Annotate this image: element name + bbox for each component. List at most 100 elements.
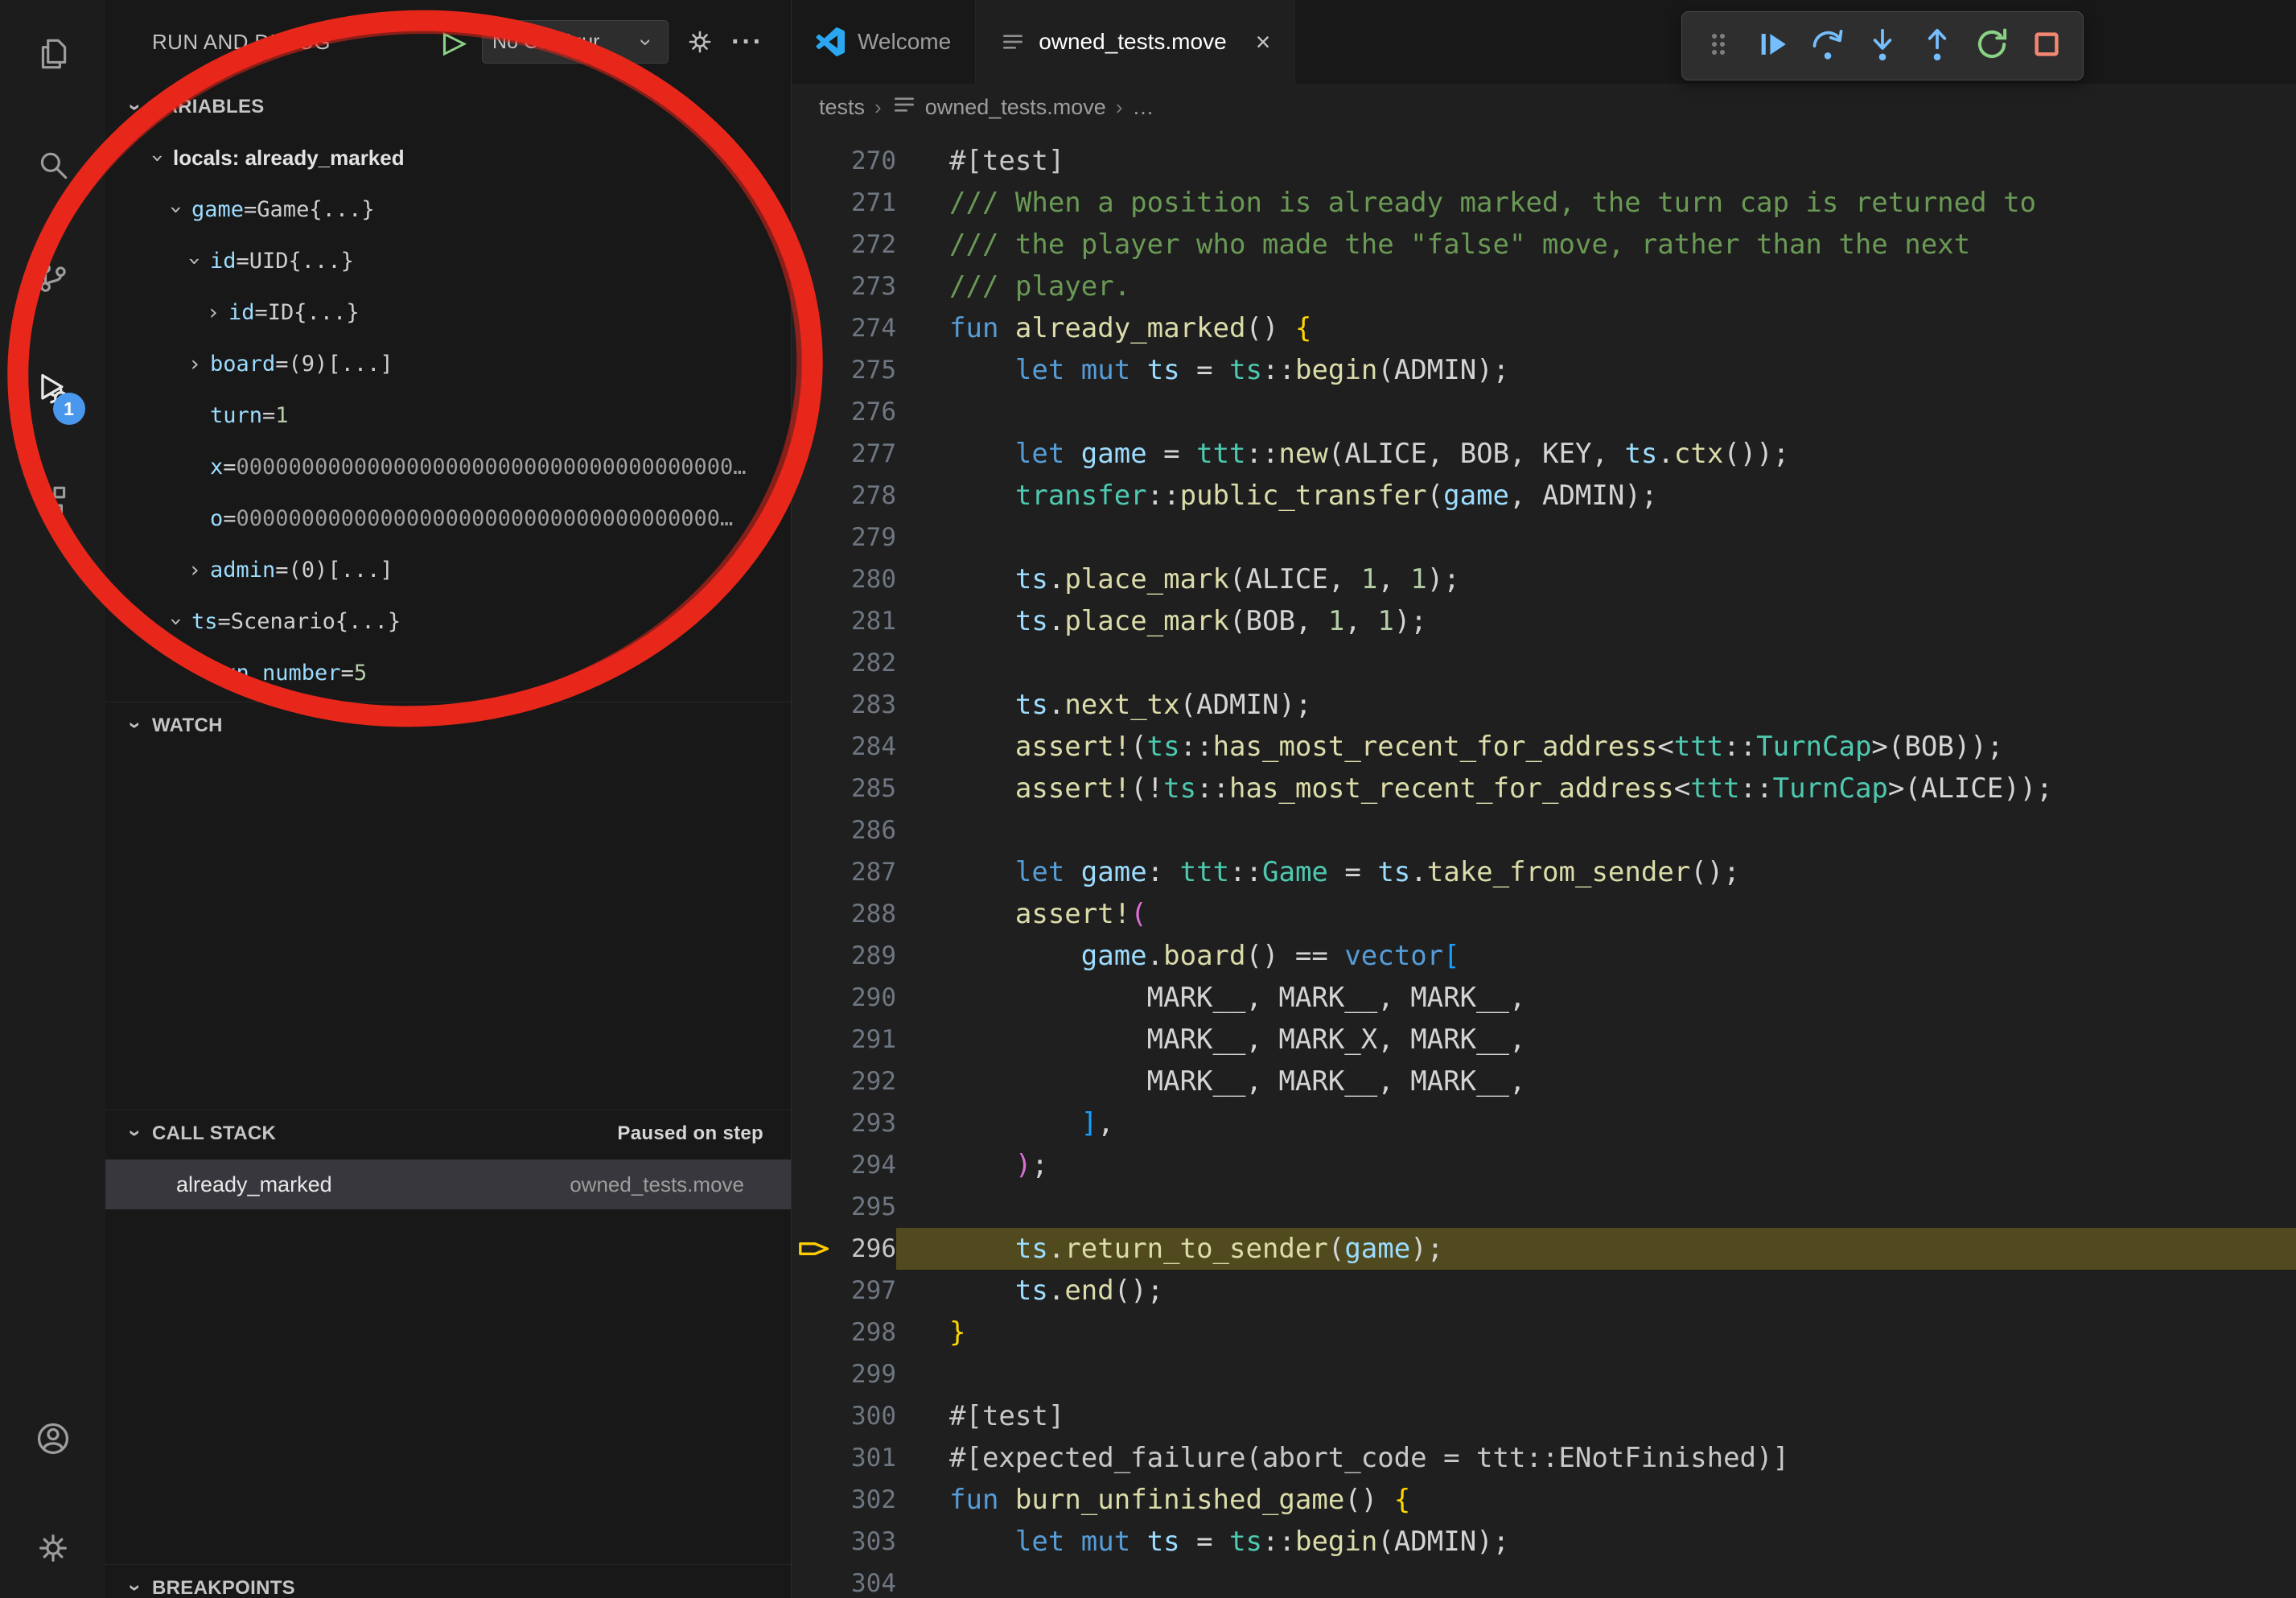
line-number[interactable]: 276 — [838, 391, 896, 433]
variable-row[interactable]: ›board = (9)[...] — [105, 338, 791, 389]
variable-row[interactable]: ›locals: already_marked — [105, 132, 791, 183]
code-line[interactable]: 295 — [792, 1186, 2296, 1228]
line-number[interactable]: 301 — [838, 1437, 896, 1479]
chevron-down-icon[interactable]: › — [179, 249, 210, 274]
chevron-down-icon[interactable]: › — [161, 609, 191, 634]
line-number[interactable]: 285 — [838, 768, 896, 809]
line-number[interactable]: 293 — [838, 1102, 896, 1144]
code-line[interactable]: 275 let mut ts = ts::begin(ADMIN); — [792, 349, 2296, 391]
line-number[interactable]: 303 — [838, 1521, 896, 1563]
variable-row[interactable]: ›ts = Scenario{...} — [105, 595, 791, 647]
chevron-down-icon[interactable]: › — [142, 146, 173, 171]
restart-button[interactable] — [1969, 23, 2015, 69]
variable-row[interactable]: x = 000000000000000000000000000000000000… — [105, 441, 791, 492]
step-into-button[interactable] — [1859, 23, 1906, 69]
line-number[interactable]: 290 — [838, 977, 896, 1019]
code-line[interactable]: 303 let mut ts = ts::begin(ADMIN); — [792, 1521, 2296, 1563]
line-number[interactable]: 279 — [838, 517, 896, 558]
code-line[interactable]: 302fun burn_unfinished_game() { — [792, 1479, 2296, 1521]
variable-row[interactable]: ›id = UID{...} — [105, 235, 791, 286]
code-line[interactable]: 283 ts.next_tx(ADMIN); — [792, 684, 2296, 726]
code-line[interactable]: 281 ts.place_mark(BOB, 1, 1); — [792, 600, 2296, 642]
tab-owned-tests-move[interactable]: owned_tests.move× — [976, 0, 1295, 84]
drag-handle-button[interactable] — [1695, 23, 1742, 69]
more-actions-icon[interactable]: ··· — [731, 28, 763, 56]
line-number[interactable]: 274 — [838, 307, 896, 349]
code-line[interactable]: 300#[test] — [792, 1395, 2296, 1437]
code-line[interactable]: 287 let game: ttt::Game = ts.take_from_s… — [792, 851, 2296, 893]
code-line[interactable]: 297 ts.end(); — [792, 1270, 2296, 1312]
code-line[interactable]: 276 — [792, 391, 2296, 433]
line-number[interactable]: 292 — [838, 1061, 896, 1102]
line-number[interactable]: 281 — [838, 600, 896, 642]
variable-row[interactable]: o = 000000000000000000000000000000000000… — [105, 492, 791, 544]
activity-item-explorer[interactable] — [18, 20, 88, 91]
code-line[interactable]: 274fun already_marked() { — [792, 307, 2296, 349]
line-number[interactable]: 294 — [838, 1144, 896, 1186]
line-number[interactable]: 287 — [838, 851, 896, 893]
code-line[interactable]: 301#[expected_failure(abort_code = ttt::… — [792, 1437, 2296, 1479]
activity-item-search[interactable] — [18, 132, 88, 203]
code-line[interactable]: 296 ts.return_to_sender(game); — [792, 1228, 2296, 1270]
line-number[interactable]: 299 — [838, 1353, 896, 1395]
code-line[interactable]: 298} — [792, 1312, 2296, 1353]
current-frame-marker-icon[interactable] — [792, 1238, 838, 1259]
code-line[interactable]: 291 MARK__, MARK_X, MARK__, — [792, 1019, 2296, 1061]
code-editor[interactable]: 270#[test]271/// When a position is alre… — [792, 130, 2296, 1598]
activity-item-extensions[interactable] — [18, 467, 88, 538]
watch-section-header[interactable]: › WATCH — [105, 702, 791, 748]
line-number[interactable]: 280 — [838, 558, 896, 600]
code-line[interactable]: 279 — [792, 517, 2296, 558]
line-number[interactable]: 298 — [838, 1312, 896, 1353]
call-stack-frame[interactable]: already_markedowned_tests.move — [105, 1159, 791, 1209]
step-out-button[interactable] — [1914, 23, 1961, 69]
code-line[interactable]: 304 — [792, 1563, 2296, 1598]
line-number[interactable]: 296 — [838, 1228, 896, 1270]
variables-section-header[interactable]: › VARIABLES — [105, 84, 791, 130]
code-line[interactable]: 299 — [792, 1353, 2296, 1395]
code-line[interactable]: 280 ts.place_mark(ALICE, 1, 1); — [792, 558, 2296, 600]
tab-welcome[interactable]: Welcome — [792, 0, 976, 84]
breadcrumb-item[interactable]: tests — [819, 95, 865, 120]
line-number[interactable]: 273 — [838, 266, 896, 307]
line-number[interactable]: 283 — [838, 684, 896, 726]
call-stack-section-header[interactable]: › CALL STACK Paused on step — [105, 1110, 791, 1156]
code-line[interactable]: 284 assert!(ts::has_most_recent_for_addr… — [792, 726, 2296, 768]
chevron-down-icon[interactable]: › — [161, 197, 191, 222]
debug-gear-icon[interactable] — [685, 27, 715, 57]
line-number[interactable]: 282 — [838, 642, 896, 684]
code-line[interactable]: 289 game.board() == vector[ — [792, 935, 2296, 977]
code-line[interactable]: 272/// the player who made the "false" m… — [792, 224, 2296, 266]
breakpoints-section-header[interactable]: › BREAKPOINTS — [105, 1564, 791, 1598]
code-line[interactable]: 288 assert!( — [792, 893, 2296, 935]
line-number[interactable]: 302 — [838, 1479, 896, 1521]
debug-config-dropdown[interactable]: No Configur › — [482, 20, 669, 64]
line-number[interactable]: 270 — [838, 140, 896, 182]
code-line[interactable]: 290 MARK__, MARK__, MARK__, — [792, 977, 2296, 1019]
activity-item-account[interactable] — [18, 1405, 88, 1476]
variable-row[interactable]: ›admin = (0)[...] — [105, 544, 791, 595]
activity-item-run-and-debug[interactable]: 1 — [18, 356, 88, 426]
line-number[interactable]: 272 — [838, 224, 896, 266]
line-number[interactable]: 300 — [838, 1395, 896, 1437]
chevron-right-icon[interactable]: › — [179, 352, 210, 377]
chevron-right-icon[interactable]: › — [179, 558, 210, 583]
code-line[interactable]: 285 assert!(!ts::has_most_recent_for_add… — [792, 768, 2296, 809]
line-number[interactable]: 271 — [838, 182, 896, 224]
variable-row[interactable]: txn_number = 5 — [105, 647, 791, 698]
stop-button[interactable] — [2023, 23, 2070, 69]
breadcrumb-item[interactable]: owned_tests.move — [891, 92, 1106, 123]
variable-row[interactable]: ›game = Game{...} — [105, 183, 791, 235]
code-line[interactable]: 286 — [792, 809, 2296, 851]
line-number[interactable]: 304 — [838, 1563, 896, 1598]
start-debugging-button[interactable]: ▷ — [443, 27, 466, 56]
step-over-button[interactable] — [1804, 23, 1851, 69]
close-icon[interactable]: × — [1256, 27, 1271, 57]
line-number[interactable]: 284 — [838, 726, 896, 768]
code-line[interactable]: 271/// When a position is already marked… — [792, 182, 2296, 224]
chevron-right-icon[interactable]: › — [198, 300, 228, 325]
line-number[interactable]: 291 — [838, 1019, 896, 1061]
breadcrumb-item[interactable]: … — [1133, 95, 1154, 120]
line-number[interactable]: 277 — [838, 433, 896, 475]
continue-button[interactable] — [1750, 23, 1796, 69]
